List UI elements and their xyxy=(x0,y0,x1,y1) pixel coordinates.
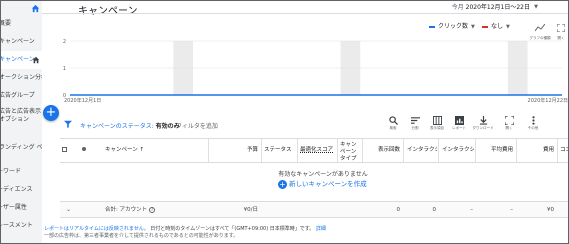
sidebar-item-demographics[interactable]: ユーザー属性 xyxy=(1,199,42,217)
expand-table-button[interactable]: 開く xyxy=(496,116,522,131)
total-interaction-rate: – xyxy=(470,207,473,213)
x-tick-label: 2020年12月22日 xyxy=(528,97,568,104)
total-avg-cost: – xyxy=(510,207,513,213)
create-campaign-link[interactable]: + 新しいキャンペーンを作成 xyxy=(278,178,367,189)
total-cost: ¥0 xyxy=(547,207,554,213)
sidebar-item-auction-insights[interactable]: オークション分析 xyxy=(1,69,42,87)
sidebar-item-keywords[interactable]: キーワード xyxy=(1,163,42,181)
download-icon xyxy=(479,116,487,125)
chevron-down-icon[interactable]: ▼ xyxy=(534,4,538,10)
column-conversions[interactable]: コンバージョン xyxy=(560,139,568,162)
details-link[interactable]: 詳細 xyxy=(316,226,326,232)
sidebar: 概要 キャンペーン キャンペーン オークション分析 広告グループ 広告と広告表示… xyxy=(1,1,42,243)
column-interactions[interactable]: インタラクション xyxy=(407,139,437,162)
column-budget[interactable]: 予算 xyxy=(209,139,260,162)
sort-arrow-icon: ↑ xyxy=(139,147,145,153)
header-divider xyxy=(42,13,568,14)
column-separator xyxy=(261,139,262,162)
total-row: ⌄ 合計: アカウント? ¥0/日 0 0 – – ¥0 xyxy=(60,201,568,218)
sidebar-item-landing-pages[interactable]: ランディング ページ xyxy=(1,139,42,157)
select-all-checkbox[interactable] xyxy=(62,139,74,162)
plus-icon: + xyxy=(278,179,287,189)
footer-line1: レポートはリアルタイムには反映されません。 日付と時刻のタイムゾーンはすべて「(… xyxy=(44,226,326,232)
metric2-selector[interactable]: なし ▼ xyxy=(482,21,510,30)
chevron-down-icon[interactable]: ⌄ xyxy=(66,202,71,218)
column-impressions[interactable]: 表示回数 xyxy=(363,139,402,162)
add-filter-button[interactable]: フィルタを追加 xyxy=(176,121,218,130)
column-status[interactable]: ステータス xyxy=(264,139,296,162)
column-optimization-score[interactable]: 最適化スコア xyxy=(300,139,336,162)
empty-table-message: 有効なキャンペーンがありません xyxy=(278,171,368,178)
date-range: 2020年12月1日～22日 xyxy=(465,4,530,11)
sidebar-item-audiences[interactable]: オーディエンス xyxy=(1,181,42,199)
sidebar-item-placements[interactable]: プレースメント xyxy=(1,217,42,235)
column-campaign-type[interactable]: キャンペーンタイプ xyxy=(340,139,361,162)
chevron-down-icon: ▼ xyxy=(471,24,475,30)
main-content: キャンペーン 今月 2020年12月1日～22日 ▼ クリック数 ▼ なし ▼ グラ… xyxy=(42,1,568,243)
total-label: 合計: アカウント? xyxy=(105,206,156,213)
help-icon[interactable]: ? xyxy=(149,206,156,213)
sidebar-item-campaigns-parent[interactable]: キャンペーン xyxy=(1,33,42,51)
add-button[interactable]: + xyxy=(43,105,59,121)
column-separator xyxy=(297,139,298,162)
report-icon xyxy=(454,116,464,125)
total-budget: ¥0/日 xyxy=(243,207,258,213)
status-filter-chip[interactable]: キャンペーンのステータス: 有効のみ xyxy=(80,121,180,130)
report-button[interactable]: レポート xyxy=(446,116,472,131)
home-icon xyxy=(32,56,40,64)
more-button[interactable]: その他 xyxy=(520,116,546,131)
column-separator xyxy=(557,139,558,162)
column-interaction-rate[interactable]: インタラクション率 xyxy=(442,139,474,162)
sidebar-item-campaigns[interactable]: キャンペーン xyxy=(1,51,42,69)
y-tick-label: 1 xyxy=(63,66,66,72)
metric2-swatch xyxy=(482,25,488,28)
page-title: キャンペーン xyxy=(78,6,138,17)
filter-icon[interactable] xyxy=(64,120,72,128)
total-impressions: 0 xyxy=(396,207,401,213)
filter-bar: キャンペーンのステータス: 有効のみ フィルタを追加 検索 分割 表示項目 レポ… xyxy=(60,116,568,138)
status-dot-header xyxy=(82,139,92,162)
columns-icon xyxy=(432,116,442,125)
performance-chart: 2102020年12月1日 2020年12月22日 xyxy=(63,39,568,104)
sidebar-item-overview[interactable]: 概要 xyxy=(1,15,42,33)
column-separator xyxy=(438,139,439,162)
home-icon[interactable] xyxy=(31,4,40,13)
column-separator xyxy=(403,139,404,162)
column-cost[interactable]: 費用 xyxy=(517,139,556,162)
column-campaign[interactable]: キャンペーン ↑ xyxy=(105,139,205,162)
column-avg-cost[interactable]: 平均費用 xyxy=(476,139,515,162)
sidebar-item-ad-groups[interactable]: 広告グループ xyxy=(1,87,42,105)
metric1-selector[interactable]: クリック数 ▼ xyxy=(429,21,475,30)
segment-icon xyxy=(410,117,420,124)
search-icon xyxy=(388,116,398,125)
total-interactions: 0 xyxy=(432,207,437,213)
expand-icon xyxy=(504,116,514,125)
x-tick-label: 2020年12月1日 xyxy=(64,97,101,104)
date-prefix: 今月 xyxy=(451,4,464,11)
more-icon xyxy=(531,116,535,125)
table-header-divider xyxy=(60,162,568,163)
metric1-swatch xyxy=(429,25,435,28)
date-range-picker[interactable]: 今月 2020年12月1日～22日 xyxy=(452,2,530,11)
y-tick-label: 2 xyxy=(63,39,66,45)
chevron-down-icon: ▼ xyxy=(506,24,510,30)
sidebar-item-ads-extensions[interactable]: 広告と広告表示オプション xyxy=(1,105,42,127)
download-button[interactable]: ダウンロード xyxy=(470,116,496,131)
footer-line2: 一部の広告枠は、第三者事業者を介して提供されるものであるとの可能性があります。 xyxy=(44,233,239,239)
table-header: キャンペーン ↑ 予算 ステータス 最適化スコア キャンペーンタイプ 表示回数 … xyxy=(60,139,568,162)
column-separator xyxy=(337,139,338,162)
